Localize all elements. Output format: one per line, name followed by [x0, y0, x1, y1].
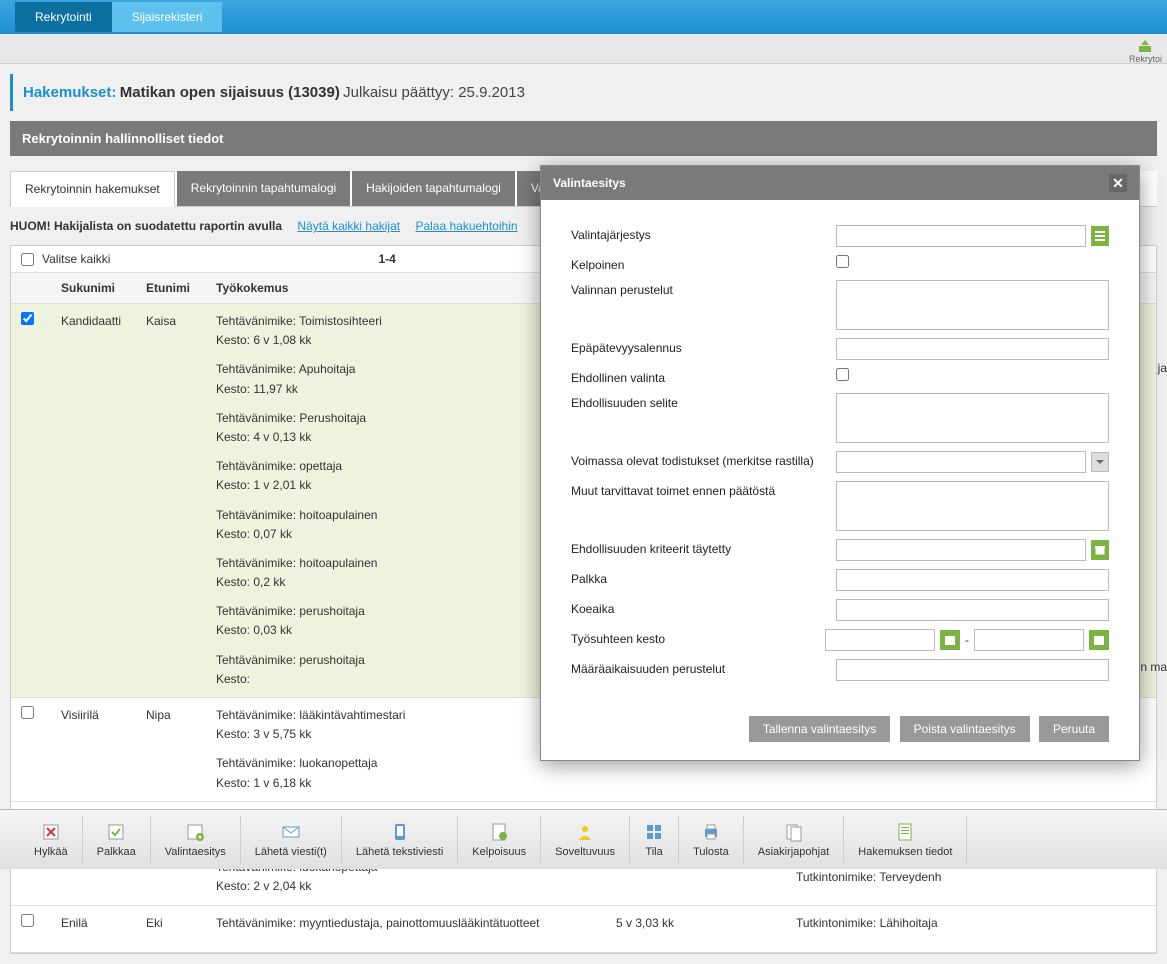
toolbar-reject-button[interactable]: Hylkää [20, 816, 83, 864]
rekrytoi-button[interactable]: Rekrytoi [1129, 38, 1162, 64]
input-ehdollisuuden-kriteerit[interactable] [836, 539, 1086, 561]
row-checkbox[interactable] [21, 312, 34, 325]
toolbar-status-button[interactable]: Tila [630, 816, 679, 864]
toolbar-print-button[interactable]: Tulosta [679, 816, 744, 864]
page-title-suffix: Julkaisu päättyy: 25.9.2013 [343, 84, 525, 101]
row-checkbox[interactable] [21, 706, 34, 719]
cell-sukunimi: Enilä [51, 906, 136, 952]
label-epapatevyysalennus: Epäpätevyysalennus [571, 338, 836, 355]
label-koeaika: Koeaika [571, 599, 836, 616]
tab-hakemukset[interactable]: Rekrytoinnin hakemukset [10, 171, 175, 207]
toolbar-mail-button[interactable]: Lähetä viesti(t) [241, 816, 342, 864]
save-button[interactable]: Tallenna valintaesitys [749, 716, 890, 742]
calendar-icon[interactable] [940, 630, 960, 650]
calendar-icon[interactable] [1091, 540, 1109, 560]
bottom-toolbar: HylkääPalkkaaValintaesitysLähetä viesti(… [0, 809, 1167, 869]
tab-hakijoiden-tapahtumalogi[interactable]: Hakijoiden tapahtumalogi [352, 171, 515, 206]
page-title-prefix: Hakemukset: [23, 84, 116, 101]
input-voimassa-olevat[interactable] [836, 451, 1086, 473]
toolbar-hire-button[interactable]: Palkkaa [83, 816, 151, 864]
link-show-all[interactable]: Näytä kaikki hakijat [297, 219, 400, 233]
textarea-valinnan-perustelut[interactable] [836, 280, 1109, 330]
page-title: Hakemukset: Matikan open sijaisuus (1303… [10, 74, 1157, 111]
cell-etunimi: Eki [136, 906, 206, 952]
select-all-label: Valitse kaikki [42, 252, 110, 266]
col-etunimi[interactable]: Etunimi [136, 273, 206, 304]
input-kesto-end[interactable] [974, 629, 1084, 651]
section-header: Rekrytoinnin hallinnolliset tiedot [10, 121, 1157, 156]
label-valintajarjestys: Valintajärjestys [571, 225, 836, 242]
toolbar-suitability-button[interactable]: Soveltuvuus [541, 816, 630, 864]
input-koeaika[interactable] [836, 599, 1109, 621]
list-picker-icon[interactable] [1091, 226, 1109, 246]
label-tyosuhteen-kesto: Työsuhteen kesto [571, 629, 825, 646]
clipped-text: ja [1158, 350, 1167, 386]
cell-sukunimi: Kandidaatti [51, 304, 136, 698]
input-palkka[interactable] [836, 569, 1109, 591]
nav-tab-rekrytointi[interactable]: Rekrytointi [15, 2, 112, 32]
checkbox-ehdollinen-valinta[interactable] [836, 368, 849, 381]
label-ehdollinen-valinta: Ehdollinen valinta [571, 368, 836, 385]
modal-title: Valintaesitys [553, 176, 626, 190]
checkbox-kelpoinen[interactable] [836, 255, 849, 268]
input-epapatevyysalennus[interactable] [836, 338, 1109, 360]
label-voimassa-olevat: Voimassa olevat todistukset (merkitse ra… [571, 451, 836, 468]
label-ehdollisuuden-kriteerit: Ehdollisuuden kriteerit täytetty [571, 539, 836, 556]
modal-close-button[interactable]: ✕ [1109, 174, 1127, 192]
cell-etunimi: Nipa [136, 698, 206, 802]
cancel-button[interactable]: Peruuta [1039, 716, 1109, 742]
nav-tab-sijaisrekisteri[interactable]: Sijaisrekisteri [112, 2, 223, 32]
input-valintajarjestys[interactable] [836, 225, 1086, 247]
row-checkbox[interactable] [21, 914, 34, 927]
tab-tapahtumalogi[interactable]: Rekrytoinnin tapahtumalogi [177, 171, 350, 206]
label-ehdollisuuden-selite: Ehdollisuuden selite [571, 393, 836, 410]
page-title-main: Matikan open sijaisuus (13039) [120, 84, 340, 101]
textarea-ehdollisuuden-selite[interactable] [836, 393, 1109, 443]
input-kesto-start[interactable] [825, 629, 935, 651]
clipped-text: n ma [1140, 660, 1167, 674]
cell-etunimi: Kaisa [136, 304, 206, 698]
toolbar-strip: Rekrytoi [0, 34, 1167, 64]
col-sukunimi[interactable]: Sukunimi [51, 273, 136, 304]
valintaesitys-modal: Valintaesitys ✕ Valintajärjestys Kelpoin… [540, 165, 1140, 761]
label-maaraaikaisuuden: Määräaikaisuuden perustelut [571, 659, 836, 676]
row-count: 1-4 [378, 252, 395, 266]
toolbar-eligibility-button[interactable]: Kelpoisuus [458, 816, 541, 864]
cell-mid: 5 v 3,03 kk [606, 906, 786, 952]
top-navigation: Rekrytointi Sijaisrekisteri [0, 0, 1167, 34]
textarea-muut-toimet[interactable] [836, 481, 1109, 531]
cell-right: Tutkintonimike: Lähihoitaja [786, 906, 1156, 952]
delete-button[interactable]: Poista valintaesitys [900, 716, 1030, 742]
calendar-icon[interactable] [1089, 630, 1109, 650]
link-back-criteria[interactable]: Palaa hakuehtoihin [415, 219, 517, 233]
toolbar-details-button[interactable]: Hakemuksen tiedot [844, 816, 967, 864]
select-all-checkbox[interactable] [21, 253, 34, 266]
label-muut-toimet: Muut tarvittavat toimet ennen päätöstä [571, 481, 836, 498]
toolbar-sms-button[interactable]: Lähetä tekstiviesti [342, 816, 458, 864]
label-valinnan-perustelut: Valinnan perustelut [571, 280, 836, 297]
toolbar-proposal-button[interactable]: Valintaesitys [151, 816, 241, 864]
toolbar-templates-button[interactable]: Asiakirjapohjat [744, 816, 845, 864]
cell-tyokokemus: Tehtävänimike: myyntiedustaja, painottom… [206, 906, 606, 952]
table-row[interactable]: EniläEkiTehtävänimike: myyntiedustaja, p… [11, 906, 1156, 952]
label-kelpoinen: Kelpoinen [571, 255, 836, 272]
input-maaraaikaisuuden[interactable] [836, 659, 1109, 681]
dropdown-icon[interactable] [1091, 452, 1109, 472]
cell-sukunimi: Visiirilä [51, 698, 136, 802]
label-palkka: Palkka [571, 569, 836, 586]
